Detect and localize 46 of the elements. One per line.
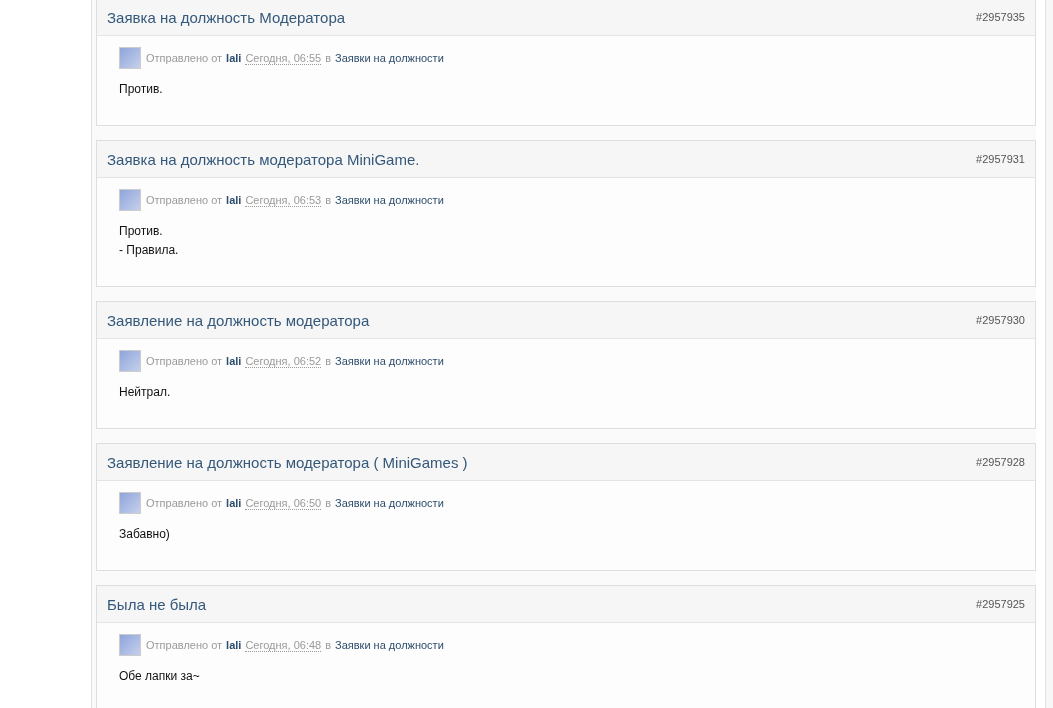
avatar-image[interactable] [119,350,141,372]
post-date: Сегодня, 06:55 [245,51,322,65]
post-text: Забавно) [119,526,171,543]
forum-link[interactable]: Заявки на должности [335,355,444,367]
author-link[interactable]: lali [226,355,242,367]
post-text: - Правила. [119,242,180,259]
post-title-link[interactable]: Заявление на должность модератора [107,311,370,329]
post-number-link[interactable]: #2957925 [976,598,1025,610]
in-label: в [325,497,331,509]
post-text: Обе лапки за~ [119,668,201,685]
post-title-link[interactable]: Заявление на должность модератора ( MiniGames ) [107,453,468,471]
avatar-image[interactable] [119,492,141,514]
post-date: Сегодня, 06:52 [245,354,322,368]
forum-link[interactable]: Заявки на должности [335,194,444,206]
post-text: Нейтрал. [119,384,172,401]
author-link[interactable]: lali [226,497,242,509]
posted-by-label: Отправлено от [146,639,223,651]
in-label: в [325,355,331,367]
posted-by-label: Отправлено от [146,497,223,509]
post-text: Против. [119,81,164,98]
posted-by-label: Отправлено от [146,52,223,64]
author-link[interactable]: lali [226,639,242,651]
forum-link[interactable]: Заявки на должности [335,497,444,509]
post-number-link[interactable]: #2957928 [976,456,1025,468]
post-date: Сегодня, 06:48 [245,638,322,652]
in-label: в [325,52,331,64]
post-title-link[interactable]: Заявка на должность модератора MiniGame. [107,150,420,168]
author-link[interactable]: lali [226,194,242,206]
in-label: в [325,639,331,651]
post-title-link[interactable]: Заявка на должность Модератора [107,8,346,26]
forum-link[interactable]: Заявки на должности [335,52,444,64]
posted-by-label: Отправлено от [146,355,223,367]
post-number-link[interactable]: #2957931 [976,153,1025,165]
avatar-image[interactable] [119,47,141,69]
posted-by-label: Отправлено от [146,194,223,206]
post-date: Сегодня, 06:50 [245,496,322,510]
post-date: Сегодня, 06:53 [245,193,322,207]
author-link[interactable]: lali [226,52,242,64]
forum-link[interactable]: Заявки на должности [335,639,444,651]
post-number-link[interactable]: #2957930 [976,314,1025,326]
post-text: Против. [119,223,164,240]
avatar-image[interactable] [119,189,141,211]
post-title-link[interactable]: Была не была [107,595,207,613]
avatar-image[interactable] [119,634,141,656]
in-label: в [325,194,331,206]
post-number-link[interactable]: #2957935 [976,11,1025,23]
